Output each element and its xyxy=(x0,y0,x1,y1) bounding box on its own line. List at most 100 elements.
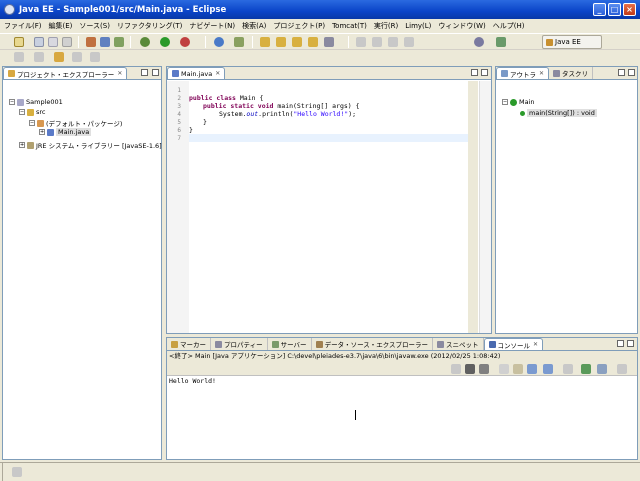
save-icon[interactable] xyxy=(34,37,44,47)
tab-snippets[interactable]: スニペット xyxy=(433,338,484,350)
new-icon[interactable] xyxy=(14,37,24,47)
tab-properties[interactable]: プロパティー xyxy=(211,338,268,350)
tab-data-source-explorer[interactable]: データ・ソース・エクスプローラー xyxy=(312,338,434,350)
block-select-icon[interactable] xyxy=(388,37,398,47)
open-console-icon[interactable] xyxy=(597,364,607,374)
open-resource-icon[interactable] xyxy=(308,37,318,47)
line-number: 4 xyxy=(177,111,181,118)
vertical-scrollbar[interactable] xyxy=(468,81,478,333)
debug-icon[interactable] xyxy=(140,37,150,47)
annotation-icon[interactable] xyxy=(372,37,382,47)
perspective-label: Java EE xyxy=(555,38,581,46)
tree-item-method-main[interactable]: main(String[]) : void xyxy=(520,109,597,117)
minimize-button[interactable]: _ xyxy=(593,3,606,16)
tab-markers[interactable]: マーカー xyxy=(167,338,211,350)
fast-view-icon[interactable] xyxy=(12,467,22,477)
print-icon[interactable] xyxy=(62,37,72,47)
whitespace-icon[interactable] xyxy=(404,37,414,47)
menu-file[interactable]: ファイル(F) xyxy=(4,21,42,31)
minimize-icon[interactable] xyxy=(617,340,624,347)
expand-icon[interactable]: + xyxy=(39,129,45,135)
maximize-button[interactable]: □ xyxy=(608,3,621,16)
show-on-error-icon[interactable] xyxy=(543,364,553,374)
menu-window[interactable]: ウィンドウ(W) xyxy=(438,21,485,31)
tree-item-class-main[interactable]: − Main xyxy=(502,98,535,106)
close-icon[interactable]: ✕ xyxy=(117,70,122,77)
forward-icon[interactable] xyxy=(90,52,100,62)
menu-tomcat[interactable]: Tomcat(T) xyxy=(332,22,367,30)
tab-outline[interactable]: アウトラ ✕ xyxy=(496,67,550,79)
external-tools-icon[interactable] xyxy=(180,37,190,47)
open-package-icon[interactable] xyxy=(292,37,302,47)
tab-project-explorer[interactable]: プロジェクト・エクスプローラー ✕ xyxy=(3,67,128,79)
menu-edit[interactable]: 編集(E) xyxy=(49,21,73,31)
code-line-4[interactable]: System.out.println("Hello World!"); xyxy=(219,110,356,118)
maximize-icon[interactable] xyxy=(481,69,488,76)
close-icon[interactable]: ✕ xyxy=(539,70,544,77)
terminate-icon[interactable] xyxy=(451,364,461,374)
last-edit-icon[interactable] xyxy=(54,52,64,62)
save-all-icon[interactable] xyxy=(48,37,58,47)
close-icon[interactable]: ✕ xyxy=(215,70,220,77)
menu-help[interactable]: ヘルプ(H) xyxy=(493,21,525,31)
search-icon[interactable] xyxy=(324,37,334,47)
perspective-switcher[interactable]: Java EE xyxy=(542,35,602,49)
expand-icon[interactable]: + xyxy=(19,142,25,148)
tab-main-java[interactable]: Main.java ✕ xyxy=(167,67,226,79)
maximize-icon[interactable] xyxy=(152,69,159,76)
tab-tasks[interactable]: タスクリ xyxy=(549,67,594,79)
tree-item-src[interactable]: − src xyxy=(19,108,46,116)
close-icon[interactable]: ✕ xyxy=(533,341,538,348)
run-icon[interactable] xyxy=(160,37,170,47)
toggle-mark-icon[interactable] xyxy=(356,37,366,47)
clear-console-icon[interactable] xyxy=(499,364,509,374)
tree-item-jre[interactable]: + JRE システム・ライブラリー [JavaSE-1.6] xyxy=(19,140,162,150)
build-icon[interactable] xyxy=(100,37,110,47)
menu-source[interactable]: ソース(S) xyxy=(79,21,110,31)
collapse-icon[interactable]: − xyxy=(9,99,15,105)
open-folder-icon[interactable] xyxy=(276,37,286,47)
code-line-5[interactable]: } xyxy=(203,118,207,126)
menu-run[interactable]: 実行(R) xyxy=(374,21,398,31)
menu-search[interactable]: 検索(A) xyxy=(242,21,266,31)
back-icon[interactable] xyxy=(72,52,82,62)
debug-tool-icon[interactable] xyxy=(86,37,96,47)
tree-item-project[interactable]: − Sample001 xyxy=(9,98,63,106)
close-button[interactable]: × xyxy=(623,3,636,16)
open-type-icon[interactable] xyxy=(260,37,270,47)
menu-navigate[interactable]: ナビゲート(N) xyxy=(189,21,235,31)
minimize-icon[interactable] xyxy=(471,69,478,76)
minimize-icon[interactable] xyxy=(618,69,625,76)
minimize-icon[interactable] xyxy=(141,69,148,76)
maximize-icon[interactable] xyxy=(627,340,634,347)
code-line-3[interactable]: public static void main(String[] args) { xyxy=(203,102,360,110)
globe-icon[interactable] xyxy=(474,37,484,47)
menu-refactor[interactable]: リファクタリング(T) xyxy=(117,21,182,31)
maximize-icon[interactable] xyxy=(628,69,635,76)
collapse-icon[interactable]: − xyxy=(502,99,508,105)
pin-console-icon[interactable] xyxy=(563,364,573,374)
tree-item-main-java[interactable]: + Main.java xyxy=(39,128,92,136)
view-menu-icon[interactable] xyxy=(617,364,627,374)
menu-project[interactable]: プロジェクト(P) xyxy=(273,21,325,31)
code-line-2[interactable]: public class Main { xyxy=(189,94,263,102)
server-icon[interactable] xyxy=(114,37,124,47)
next-annotation-icon[interactable] xyxy=(14,52,24,62)
collapse-icon[interactable]: − xyxy=(19,109,25,115)
code-line-6[interactable]: } xyxy=(189,126,193,134)
menu-limy[interactable]: Limy(L) xyxy=(405,22,431,30)
collapse-icon[interactable]: − xyxy=(29,120,35,126)
tab-servers[interactable]: サーバー xyxy=(268,338,312,350)
scroll-lock-icon[interactable] xyxy=(513,364,523,374)
display-console-icon[interactable] xyxy=(581,364,591,374)
open-perspective-icon[interactable] xyxy=(496,37,506,47)
new-server-icon[interactable] xyxy=(234,37,244,47)
prev-annotation-icon[interactable] xyxy=(34,52,44,62)
tree-item-package[interactable]: − (デフォルト・パッケージ) xyxy=(29,118,122,128)
show-on-output-icon[interactable] xyxy=(527,364,537,374)
tab-console[interactable]: コンソール ✕ xyxy=(483,338,544,350)
web-browser-icon[interactable] xyxy=(214,37,224,47)
console-output[interactable]: Hello World! xyxy=(169,377,216,385)
remove-launch-icon[interactable] xyxy=(465,364,475,374)
remove-all-icon[interactable] xyxy=(479,364,489,374)
